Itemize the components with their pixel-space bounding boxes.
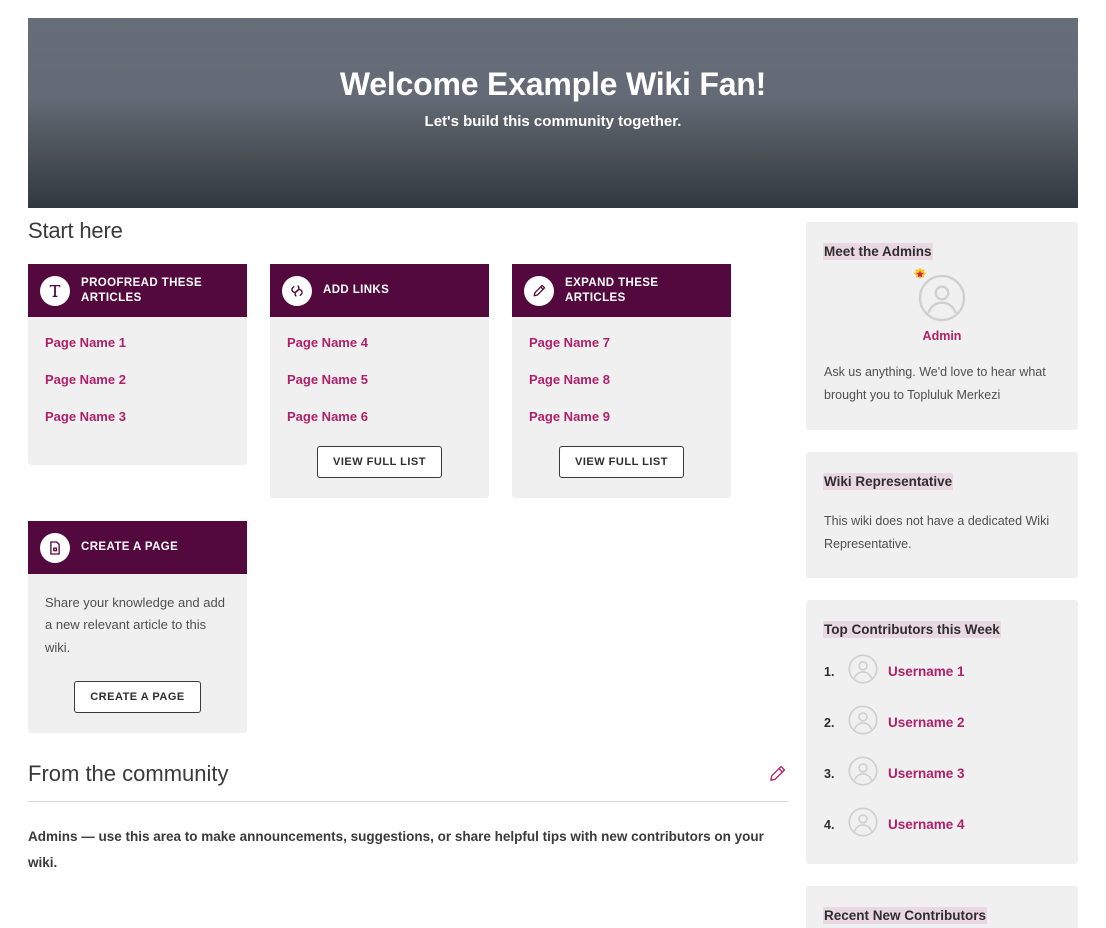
document-page-icon [40,533,70,563]
card-title: PROOFREAD THESE ARTICLES [81,276,235,305]
page-link[interactable]: Page Name 9 [529,409,714,424]
card-description: Share your knowledge and add a new relev… [45,592,230,659]
main-column: Start here PROOFREAD THESE ARTICLES Page… [28,218,788,877]
avatar [848,705,878,740]
list-item[interactable]: 3. Username 3 [824,756,1060,791]
page-title: Start here [28,218,788,244]
admin-name-link[interactable]: Admin [824,329,1060,343]
view-full-list-button[interactable]: VIEW FULL LIST [559,446,684,478]
page-link[interactable]: Page Name 3 [45,409,230,424]
contributor-name-link[interactable]: Username 1 [888,664,965,679]
module-top-contributors: Top Contributors this Week 1. Username 1… [806,600,1078,864]
link-chain-icon [282,276,312,306]
card-header: CREATE A PAGE [28,521,247,574]
page-link[interactable]: Page Name 4 [287,335,472,350]
card-title: EXPAND THESE ARTICLES [565,276,719,305]
contributor-rank: 4. [824,818,838,832]
text-format-icon [40,276,70,306]
right-rail: Meet the Admins [806,222,1078,928]
card-header: EXPAND THESE ARTICLES [512,264,731,317]
card-title: ADD LINKS [323,283,389,297]
module-title: Recent New Contributors [824,908,986,923]
community-header: From the community [28,761,788,802]
module-recent-new-contributors: Recent New Contributors VIEW ALL CONTRIB… [806,886,1078,928]
pencil-icon [524,276,554,306]
module-meet-the-admins: Meet the Admins [806,222,1078,430]
card-title: CREATE A PAGE [81,540,178,554]
list-item[interactable]: 4. Username 4 [824,807,1060,842]
community-body-text: Admins — use this area to make announcem… [28,824,788,877]
avatar [848,807,878,842]
avatar [848,654,878,689]
card-action-wrap: VIEW FULL LIST [287,446,472,478]
page-link[interactable]: Page Name 6 [287,409,472,424]
card-proofread-articles[interactable]: PROOFREAD THESE ARTICLES Page Name 1 Pag… [28,264,247,465]
contributor-rank: 2. [824,716,838,730]
contributor-name-link[interactable]: Username 4 [888,817,965,832]
create-a-page-button[interactable]: CREATE A PAGE [74,681,201,713]
page-link[interactable]: Page Name 1 [45,335,230,350]
page-link[interactable]: Page Name 2 [45,372,230,387]
card-add-links[interactable]: ADD LINKS Page Name 4 Page Name 5 Page N… [270,264,489,498]
start-here-card-row: PROOFREAD THESE ARTICLES Page Name 1 Pag… [28,264,788,498]
card-body: Page Name 4 Page Name 5 Page Name 6 VIEW… [270,317,489,498]
hero-banner: Welcome Example Wiki Fan! Let's build th… [28,18,1078,208]
hero-subtitle: Let's build this community together. [425,113,682,130]
admin-entry[interactable]: Admin [824,274,1060,343]
community-page: Welcome Example Wiki Fan! Let's build th… [0,0,1106,928]
page-link[interactable]: Page Name 8 [529,372,714,387]
module-title: Top Contributors this Week [824,622,1000,637]
module-text: This wiki does not have a dedicated Wiki… [824,510,1060,556]
from-the-community-section: From the community Admins — use this are… [28,761,788,877]
page-link[interactable]: Page Name 5 [287,372,472,387]
view-full-list-button[interactable]: VIEW FULL LIST [317,446,442,478]
card-header: ADD LINKS [270,264,489,317]
edit-pencil-icon[interactable] [766,763,788,785]
card-body: Page Name 7 Page Name 8 Page Name 9 VIEW… [512,317,731,498]
community-title: From the community [28,761,229,787]
page-link[interactable]: Page Name 7 [529,335,714,350]
card-body: Page Name 1 Page Name 2 Page Name 3 [28,317,247,465]
module-title: Wiki Representative [824,474,952,489]
card-body: Share your knowledge and add a new relev… [28,574,247,733]
avatar [848,756,878,791]
module-wiki-representative: Wiki Representative This wiki does not h… [806,452,1078,579]
list-item[interactable]: 1. Username 1 [824,654,1060,689]
module-text: Ask us anything. We'd love to hear what … [824,361,1060,407]
module-title: Meet the Admins [824,244,932,259]
avatar [918,309,966,326]
card-action-wrap: VIEW FULL LIST [529,446,714,478]
hero-title: Welcome Example Wiki Fan! [340,66,766,103]
star-badge-icon [910,267,930,292]
contributor-rank: 3. [824,767,838,781]
contributor-list: 1. Username 1 2. [824,654,1060,842]
list-item[interactable]: 2. Username 2 [824,705,1060,740]
contributor-name-link[interactable]: Username 3 [888,766,965,781]
card-header: PROOFREAD THESE ARTICLES [28,264,247,317]
admin-avatar-wrap [918,274,966,327]
card-create-a-page[interactable]: CREATE A PAGE Share your knowledge and a… [28,521,247,733]
card-expand-articles[interactable]: EXPAND THESE ARTICLES Page Name 7 Page N… [512,264,731,498]
contributor-name-link[interactable]: Username 2 [888,715,965,730]
contributor-rank: 1. [824,665,838,679]
card-action-wrap: CREATE A PAGE [45,681,230,713]
